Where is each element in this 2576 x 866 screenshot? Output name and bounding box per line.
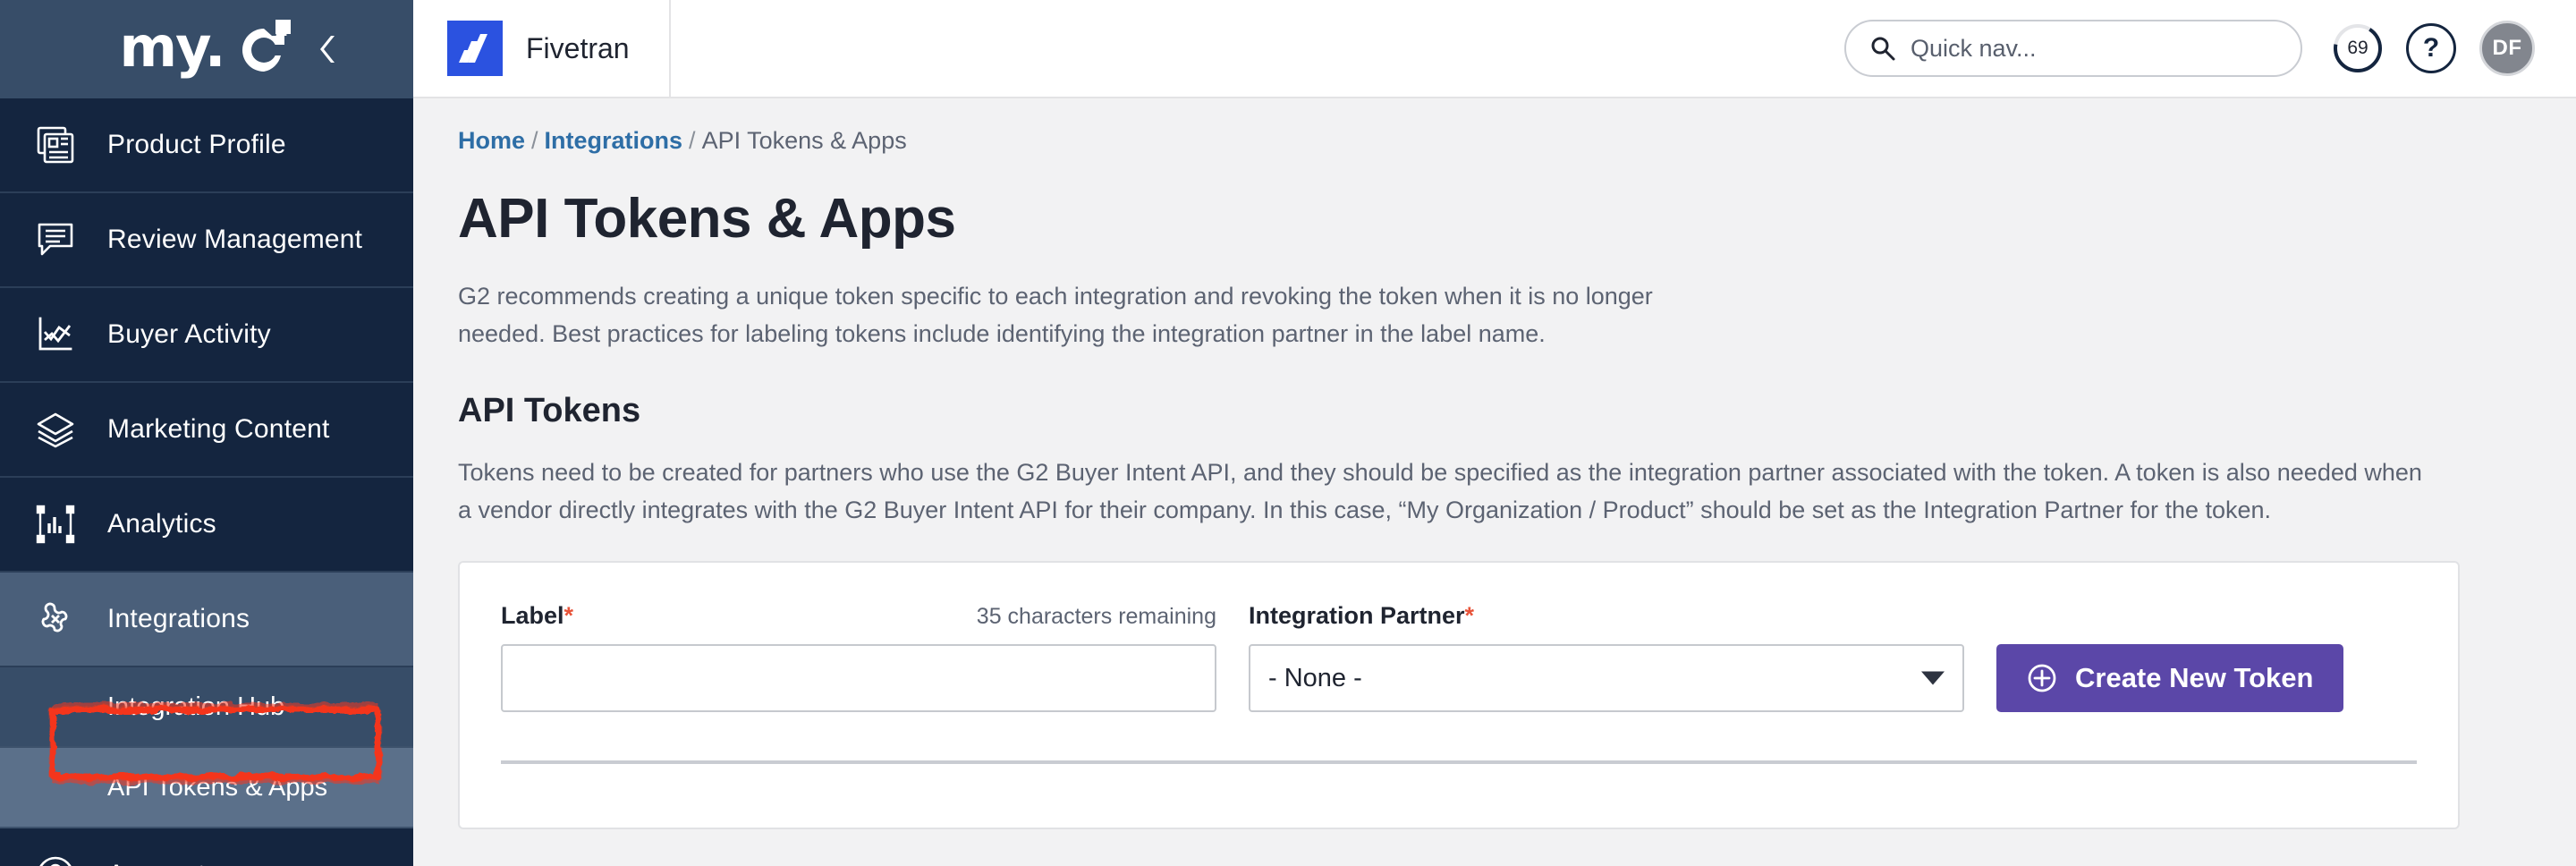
selected-option: - None - [1268,663,1362,692]
sidebar-item-analytics[interactable]: Analytics [0,478,413,573]
required-marker: * [564,602,574,629]
search-icon [1871,37,1895,61]
page-content: Home / Integrations / API Tokens & Apps API … [413,98,2576,866]
page-description: G2 recommends creating a unique token sp… [458,283,1653,347]
sidebar-item-api-tokens-and-apps[interactable]: API Tokens & Apps [0,748,413,828]
marketing-content-icon [30,409,80,450]
section-title-api-tokens: API Tokens [458,392,641,429]
breadcrumb-separator: / [689,127,696,154]
create-token-card: Label* 35 characters remaining Integrati… [458,561,2460,829]
create-token-form: Label* 35 characters remaining Integrati… [501,602,2417,712]
help-button[interactable]: ? [2406,23,2456,73]
brand-name: Fivetran [526,31,630,64]
create-new-token-button[interactable]: Create New Token [1996,644,2344,712]
sidebar-item-label: Review Management [107,225,363,254]
label-input[interactable] [501,644,1216,712]
top-bar: Fivetran 69 ? [413,0,2576,98]
label-text: Integration Partner [1249,602,1465,629]
breadcrumb-home[interactable]: Home [458,127,525,154]
buyer-activity-icon [30,314,80,355]
breadcrumb-current: API Tokens & Apps [701,127,907,154]
integrations-icon [30,598,80,641]
my-g2-logo[interactable]: my. 2 [120,20,294,79]
sidebar-nav: Product Profile Review Management Buyer … [0,98,413,866]
sidebar-item-label: Integrations [107,604,250,633]
sidebar-item-label: Buyer Activity [107,319,271,349]
svg-text:2: 2 [275,20,288,41]
sidebar-item-review-management[interactable]: Review Management [0,193,413,288]
product-profile-icon [30,124,80,166]
account-icon [30,854,80,866]
search-input[interactable] [1911,34,2277,63]
sidebar-item-product-profile[interactable]: Product Profile [0,98,413,193]
integration-partner-select[interactable]: - None - [1249,644,1964,712]
logo-text: my. [119,14,226,80]
app-root: my. 2 Product Profile Review Management … [0,0,2576,866]
sidebar-item-integration-hub[interactable]: Integration Hub [0,667,413,748]
analytics-icon [30,504,80,545]
chevron-left-icon [320,36,335,63]
g2-mark-icon: 2 [225,20,293,79]
sidebar: my. 2 Product Profile Review Management … [0,0,413,866]
avatar[interactable]: DF [2479,21,2535,76]
required-marker: * [1464,602,1475,629]
breadcrumb-integrations[interactable]: Integrations [545,127,683,154]
create-new-token-label: Create New Token [2075,662,2314,693]
score-badge[interactable]: 69 [2333,23,2383,73]
card-divider [501,760,2417,764]
label-field-header: Label* 35 characters remaining [501,602,1216,630]
label-field-label: Label* [501,602,573,630]
breadcrumb: Home / Integrations / API Tokens & Apps [458,127,2522,155]
label-text: Label [501,602,564,629]
help-icon: ? [2422,33,2440,63]
topbar-icons: 69 ? DF [2333,21,2535,76]
sidebar-subitem-label: Integration Hub [107,692,285,721]
quick-nav-search[interactable] [1844,20,2302,77]
breadcrumb-separator: / [531,127,538,154]
plus-circle-icon [2028,664,2056,692]
partner-field-label: Integration Partner* [1249,602,1474,630]
section-description: Tokens need to be created for partners w… [458,459,2422,523]
review-management-icon [30,219,80,260]
sidebar-item-label: Account [107,860,206,866]
sidebar-item-label: Analytics [107,509,216,539]
sidebar-subitem-label: API Tokens & Apps [107,772,328,802]
integration-partner-select-wrap: - None - [1249,644,1964,712]
fivetran-logo-icon [447,21,503,76]
partner-field-header: Integration Partner* [1249,602,1964,630]
main-area: Fivetran 69 ? [413,0,2576,866]
sidebar-item-label: Product Profile [107,130,286,159]
sidebar-item-label: Marketing Content [107,414,330,444]
score-badge-value: 69 [2347,38,2368,58]
label-field-group: Label* 35 characters remaining [501,602,1216,712]
char-count: 35 characters remaining [976,604,1216,629]
sidebar-collapse-button[interactable] [313,30,343,69]
sidebar-item-marketing-content[interactable]: Marketing Content [0,383,413,478]
brand-block[interactable]: Fivetran [413,0,671,98]
page-title: API Tokens & Apps [458,188,956,250]
sidebar-header: my. 2 [0,0,413,98]
avatar-initials: DF [2492,36,2522,60]
sidebar-item-integrations[interactable]: Integrations [0,573,413,667]
partner-field-group: Integration Partner* - None - [1249,602,1964,712]
sidebar-item-account[interactable]: Account [0,828,413,866]
sidebar-item-buyer-activity[interactable]: Buyer Activity [0,288,413,383]
